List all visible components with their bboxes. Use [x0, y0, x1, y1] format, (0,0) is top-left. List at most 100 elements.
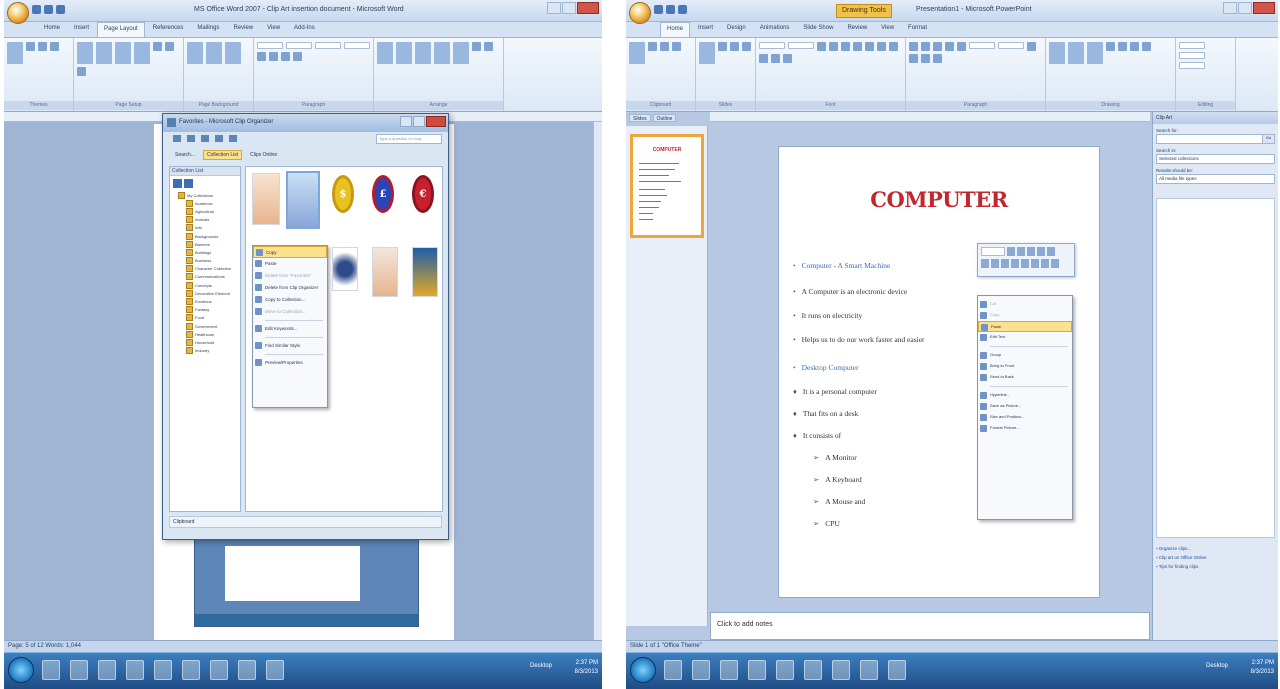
system-clock[interactable]: 2:37 PM 8/3/2013 [575, 659, 598, 677]
maximize-button[interactable] [1238, 2, 1252, 14]
office-button[interactable] [7, 2, 29, 24]
tab-view[interactable]: View [875, 22, 900, 37]
menu-item-send-to-back[interactable]: Send to Back [978, 372, 1072, 383]
slide-bullet[interactable]: • Desktop Computer [793, 363, 859, 372]
menu-item-preview-properties[interactable]: Preview/Properties [253, 357, 327, 369]
collection-tree-item[interactable]: My Collections [178, 191, 240, 199]
slide-bullet[interactable]: ➢ CPU [813, 519, 840, 528]
tools-menu-icon[interactable] [215, 135, 223, 142]
collection-tree-item[interactable]: Industry [178, 347, 240, 355]
tray-desktop-label[interactable]: Desktop [530, 663, 552, 669]
collection-tree-item[interactable]: Household [178, 338, 240, 346]
office-button[interactable] [629, 2, 651, 24]
collection-tree-item[interactable]: Food [178, 314, 240, 322]
save-icon[interactable] [654, 5, 663, 14]
slide-bullet[interactable]: • A Computer is an electronic device [793, 287, 907, 296]
tab-review[interactable]: Review [841, 22, 873, 37]
align-center-icon[interactable] [1011, 259, 1019, 268]
app-icon[interactable] [266, 660, 284, 680]
collection-tree-item[interactable]: Banners [178, 240, 240, 248]
tab-view[interactable]: View [261, 22, 286, 37]
slide-bullet[interactable]: ♦ That fits on a desk [793, 409, 858, 418]
collection-tree-item[interactable]: Character Collection [178, 265, 240, 273]
collection-tree-item[interactable]: Animals [178, 216, 240, 224]
menu-item-format-picture[interactable]: Format Picture... [978, 423, 1072, 434]
app-icon[interactable] [238, 660, 256, 680]
menu-item-delete-from-favorites[interactable]: Delete from "Favorites" [253, 270, 327, 282]
search-in-select[interactable]: Selected collections [1156, 154, 1275, 164]
tab-page-layout[interactable]: Page Layout [97, 22, 145, 37]
edit-menu-icon[interactable] [187, 135, 195, 142]
maximize-button[interactable] [562, 2, 576, 14]
folder-icon[interactable] [692, 660, 710, 680]
coin-icon[interactable]: $ [332, 175, 354, 213]
list-view-icon[interactable] [184, 179, 193, 188]
tray-desktop-label[interactable]: Desktop [1206, 663, 1228, 669]
search-button[interactable]: Search... [171, 150, 199, 160]
notes-pane[interactable]: Click to add notes [710, 612, 1150, 640]
slide-bullet[interactable]: • Computer - A Smart Machine [793, 261, 890, 270]
menu-item-copy-to-collection[interactable]: Copy to Collection... [253, 294, 327, 306]
slide-thumbnail[interactable]: COMPUTER [630, 134, 704, 238]
folder-icon[interactable] [70, 660, 88, 680]
tab-outline[interactable]: Outline [652, 114, 677, 122]
bold-icon[interactable] [981, 259, 989, 268]
menu-item-save-as-picture[interactable]: Save as Picture... [978, 401, 1072, 412]
tab-mailings[interactable]: Mailings [191, 22, 225, 37]
tab-slides[interactable]: Slides [629, 114, 651, 122]
collection-tree-item[interactable]: Buildings [178, 248, 240, 256]
minimize-button[interactable] [1223, 2, 1237, 14]
close-button[interactable] [1253, 2, 1275, 14]
app-icon[interactable] [776, 660, 794, 680]
ie-icon[interactable] [42, 660, 60, 680]
clip-thumbnail[interactable] [412, 247, 438, 297]
clips-online-button[interactable]: Clips Online [246, 150, 281, 160]
tips-link[interactable]: Tips for finding clips [1156, 562, 1275, 571]
help-search-input[interactable]: Type a question for help [376, 134, 442, 144]
file-menu-icon[interactable] [173, 135, 181, 142]
menu-item-copy[interactable]: Copy [253, 246, 327, 258]
minimize-button[interactable] [547, 2, 561, 14]
menu-item-find-similar-style[interactable]: Find Similar Style [253, 340, 327, 352]
app-icon[interactable] [804, 660, 822, 680]
dialog-minimize-button[interactable] [400, 116, 412, 127]
italic-icon[interactable] [991, 259, 999, 268]
collection-tree-item[interactable]: Agriculture [178, 207, 240, 215]
slide-canvas[interactable]: COMPUTER • Computer - A Smart Machine • A C… [778, 146, 1100, 598]
numbering-icon[interactable] [1051, 259, 1059, 268]
menu-item-edit-keywords[interactable]: Edit Keywords... [253, 323, 327, 335]
tab-insert[interactable]: Insert [692, 22, 719, 37]
collection-tree-item[interactable]: Backgrounds [178, 232, 240, 240]
ie-icon[interactable] [664, 660, 682, 680]
collection-tree-item[interactable]: Academic [178, 199, 240, 207]
menu-item-copy[interactable]: Copy [978, 310, 1072, 321]
menu-item-delete-from-clip-organizer[interactable]: Delete from Clip Organizer [253, 282, 327, 294]
tab-animations[interactable]: Animations [754, 22, 796, 37]
help-menu-icon[interactable] [229, 135, 237, 142]
font-color-icon[interactable] [1031, 259, 1039, 268]
clip-thumbnail[interactable] [252, 173, 280, 225]
vertical-scrollbar[interactable] [593, 122, 602, 640]
bullets-icon[interactable] [1041, 259, 1049, 268]
align-right-icon[interactable] [1021, 259, 1029, 268]
coin-icon[interactable]: £ [372, 175, 394, 213]
collection-tree-item[interactable]: Healthcare [178, 330, 240, 338]
tab-insert[interactable]: Insert [68, 22, 95, 37]
view-menu-icon[interactable] [201, 135, 209, 142]
acrobat-icon[interactable] [832, 660, 850, 680]
slide-bullet[interactable]: ♦ It is a personal computer [793, 387, 877, 396]
tab-add-ins[interactable]: Add-Ins [288, 22, 321, 37]
undo-icon[interactable] [44, 5, 53, 14]
font-name-box[interactable] [981, 247, 1005, 256]
app-icon[interactable] [154, 660, 172, 680]
tab-home[interactable]: Home [38, 22, 66, 37]
media-player-icon[interactable] [720, 660, 738, 680]
slide-bullet[interactable]: ♦ It consists of [793, 431, 841, 440]
tab-design[interactable]: Design [721, 22, 752, 37]
tab-references[interactable]: References [147, 22, 190, 37]
slide-bullet[interactable]: ➢ A Mouse and [813, 497, 865, 506]
start-button[interactable] [8, 657, 34, 683]
clip-search-input[interactable]: Go [1156, 134, 1275, 144]
save-icon[interactable] [32, 5, 41, 14]
grow-font-icon[interactable] [1017, 247, 1025, 256]
